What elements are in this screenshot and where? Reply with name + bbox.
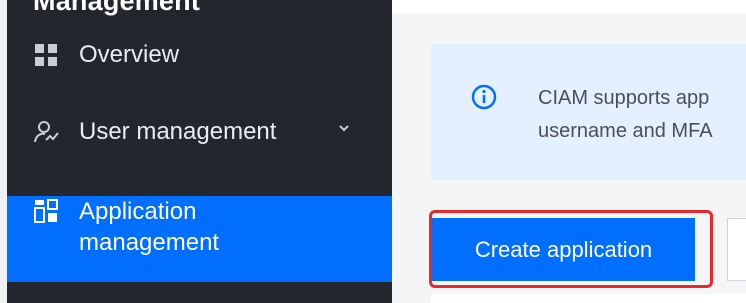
user-icon: [34, 121, 59, 143]
info-notice: CIAM supports app username and MFA: [431, 44, 746, 180]
grid-icon: [35, 44, 57, 66]
main-content: CIAM supports app username and MFA Creat…: [392, 0, 746, 303]
chevron-down-icon[interactable]: [337, 121, 351, 135]
notice-text: CIAM supports app username and MFA: [538, 82, 746, 148]
header-strip: [392, 0, 746, 14]
sidebar-item-application-management[interactable]: Application management: [7, 196, 392, 282]
sidebar: Management Overview User management Appl…: [0, 0, 392, 303]
sidebar-item-label: Application management: [79, 198, 220, 256]
sidebar-item-overview[interactable]: Overview: [7, 30, 392, 80]
notice-line-1: CIAM supports app: [538, 87, 710, 109]
sidebar-heading: Management: [33, 0, 201, 16]
info-icon: [471, 84, 497, 110]
apps-icon: [34, 199, 58, 223]
sidebar-item-user-management[interactable]: User management: [7, 106, 392, 158]
sidebar-item-label: User management: [79, 118, 277, 145]
notice-line-2: username and MFA: [538, 120, 713, 142]
sidebar-item-label: Overview: [79, 41, 180, 68]
table-header-strip: [431, 294, 746, 303]
search-input[interactable]: [727, 218, 746, 281]
sidebar-edge: [0, 0, 7, 303]
create-application-button[interactable]: Create application: [432, 218, 695, 281]
